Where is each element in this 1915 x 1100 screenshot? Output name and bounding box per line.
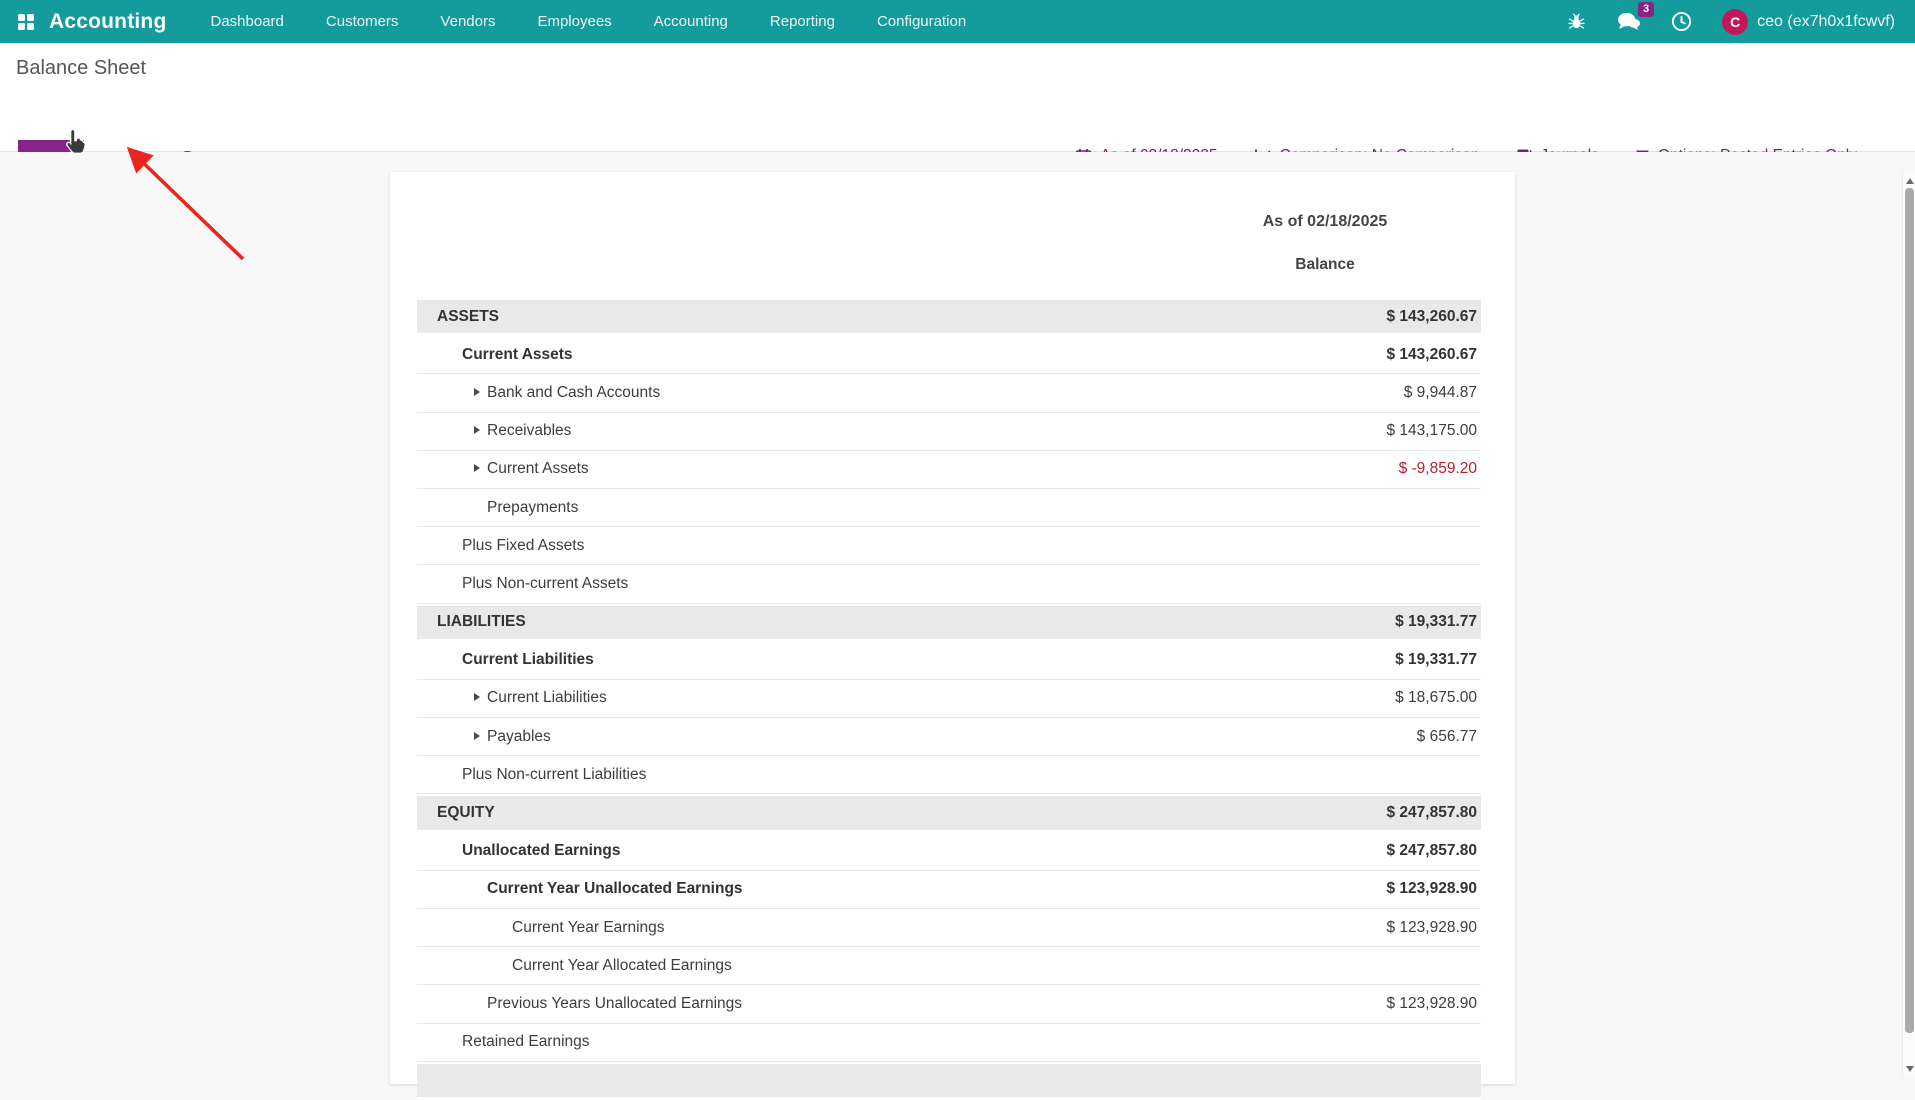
row-balance-value: $ 247,857.80 <box>1386 804 1481 822</box>
row-balance-value: $ 18,675.00 <box>1395 689 1481 707</box>
expand-caret-icon[interactable] <box>474 693 480 701</box>
username: ceo (ex7h0x1fcwvf) <box>1757 13 1895 31</box>
row-balance-value: $ 19,331.77 <box>1395 651 1481 669</box>
control-panel: Balance Sheet PDF XLSX ? As of 02/18/202… <box>0 43 1915 152</box>
table-row[interactable]: Payables$ 656.77 <box>417 718 1481 756</box>
app-name[interactable]: Accounting <box>49 10 167 34</box>
row-balance-value: $ 247,857.80 <box>1386 842 1481 860</box>
menu-item-dashboard[interactable]: Dashboard <box>211 13 284 30</box>
balance-sheet-card: As of 02/18/2025 Balance ASSETS$ 143,260… <box>390 172 1515 1084</box>
table-row: Current Year Allocated Earnings <box>417 947 1481 985</box>
expand-caret-icon[interactable] <box>474 464 480 472</box>
column-header-balance: Balance <box>1170 256 1480 274</box>
row-balance-value: $ 123,928.90 <box>1386 995 1481 1013</box>
topbar: Accounting Dashboard Customers Vendors Empl… <box>0 0 1915 43</box>
table-row: Retained Earnings <box>417 1024 1481 1062</box>
expand-caret-icon[interactable] <box>474 426 480 434</box>
table-row[interactable]: Current Assets$ -9,859.20 <box>417 451 1481 489</box>
row-balance-value: $ 143,260.67 <box>1386 346 1481 364</box>
table-row: Unallocated Earnings$ 247,857.80 <box>417 833 1481 871</box>
table-row: Current Year Earnings$ 123,928.90 <box>417 909 1481 947</box>
column-header-date: As of 02/18/2025 <box>1170 213 1480 231</box>
table-row[interactable]: Bank and Cash Accounts$ 9,944.87 <box>417 374 1481 412</box>
menu-item-vendors[interactable]: Vendors <box>440 13 495 30</box>
table-row: Prepayments <box>417 489 1481 527</box>
row-balance-value: $ 123,928.90 <box>1386 919 1481 937</box>
section-row <box>417 1062 1481 1100</box>
table-row: Current Assets$ 143,260.67 <box>417 336 1481 374</box>
topbar-right: 3 C ceo (ex7h0x1fcwvf) <box>1567 9 1895 35</box>
table-row[interactable]: Current Liabilities$ 18,675.00 <box>417 680 1481 718</box>
table-row: Plus Non-current Assets <box>417 565 1481 603</box>
table-row: Previous Years Unallocated Earnings$ 123… <box>417 985 1481 1023</box>
section-row: EQUITY$ 247,857.80 <box>417 794 1481 832</box>
row-balance-value: $ 19,331.77 <box>1395 613 1481 631</box>
row-balance-value: $ 9,944.87 <box>1404 384 1481 402</box>
message-count-badge: 3 <box>1638 2 1654 17</box>
vertical-scrollbar[interactable] <box>1902 172 1915 1076</box>
bug-icon[interactable] <box>1567 12 1586 31</box>
table-row: Current Liabilities$ 19,331.77 <box>417 642 1481 680</box>
menu-item-customers[interactable]: Customers <box>326 13 399 30</box>
avatar: C <box>1722 9 1748 35</box>
messages-icon[interactable]: 3 <box>1616 11 1641 32</box>
table-row[interactable]: Receivables$ 143,175.00 <box>417 413 1481 451</box>
activity-clock-icon[interactable] <box>1671 11 1692 32</box>
row-balance-value: $ -9,859.20 <box>1399 460 1481 478</box>
expand-caret-icon[interactable] <box>474 388 480 396</box>
menu-item-employees[interactable]: Employees <box>537 13 611 30</box>
balance-table-body: ASSETS$ 143,260.67Current Assets$ 143,26… <box>417 298 1481 1100</box>
apps-grid-icon[interactable] <box>18 14 33 29</box>
table-row: Plus Non-current Liabilities <box>417 756 1481 794</box>
section-row: LIABILITIES$ 19,331.77 <box>417 604 1481 642</box>
section-row: ASSETS$ 143,260.67 <box>417 298 1481 336</box>
scrollbar-thumb[interactable] <box>1905 188 1914 1033</box>
table-row: Plus Fixed Assets <box>417 527 1481 565</box>
scroll-down-arrow-icon[interactable] <box>1906 1066 1914 1072</box>
menu-item-accounting[interactable]: Accounting <box>654 13 728 30</box>
row-balance-value: $ 123,928.90 <box>1386 880 1481 898</box>
menu-item-reporting[interactable]: Reporting <box>770 13 835 30</box>
page-title: Balance Sheet <box>16 57 146 80</box>
row-balance-value: $ 143,260.67 <box>1386 308 1481 326</box>
row-balance-value: $ 656.77 <box>1417 728 1481 746</box>
scroll-up-arrow-icon[interactable] <box>1906 178 1914 184</box>
menu-item-configuration[interactable]: Configuration <box>877 13 966 30</box>
user-menu[interactable]: C ceo (ex7h0x1fcwvf) <box>1722 9 1895 35</box>
topbar-menu: Dashboard Customers Vendors Employees Accoun… <box>211 13 967 30</box>
table-row: Current Year Unallocated Earnings$ 123,9… <box>417 871 1481 909</box>
expand-caret-icon[interactable] <box>474 732 480 740</box>
row-balance-value: $ 143,175.00 <box>1386 422 1481 440</box>
